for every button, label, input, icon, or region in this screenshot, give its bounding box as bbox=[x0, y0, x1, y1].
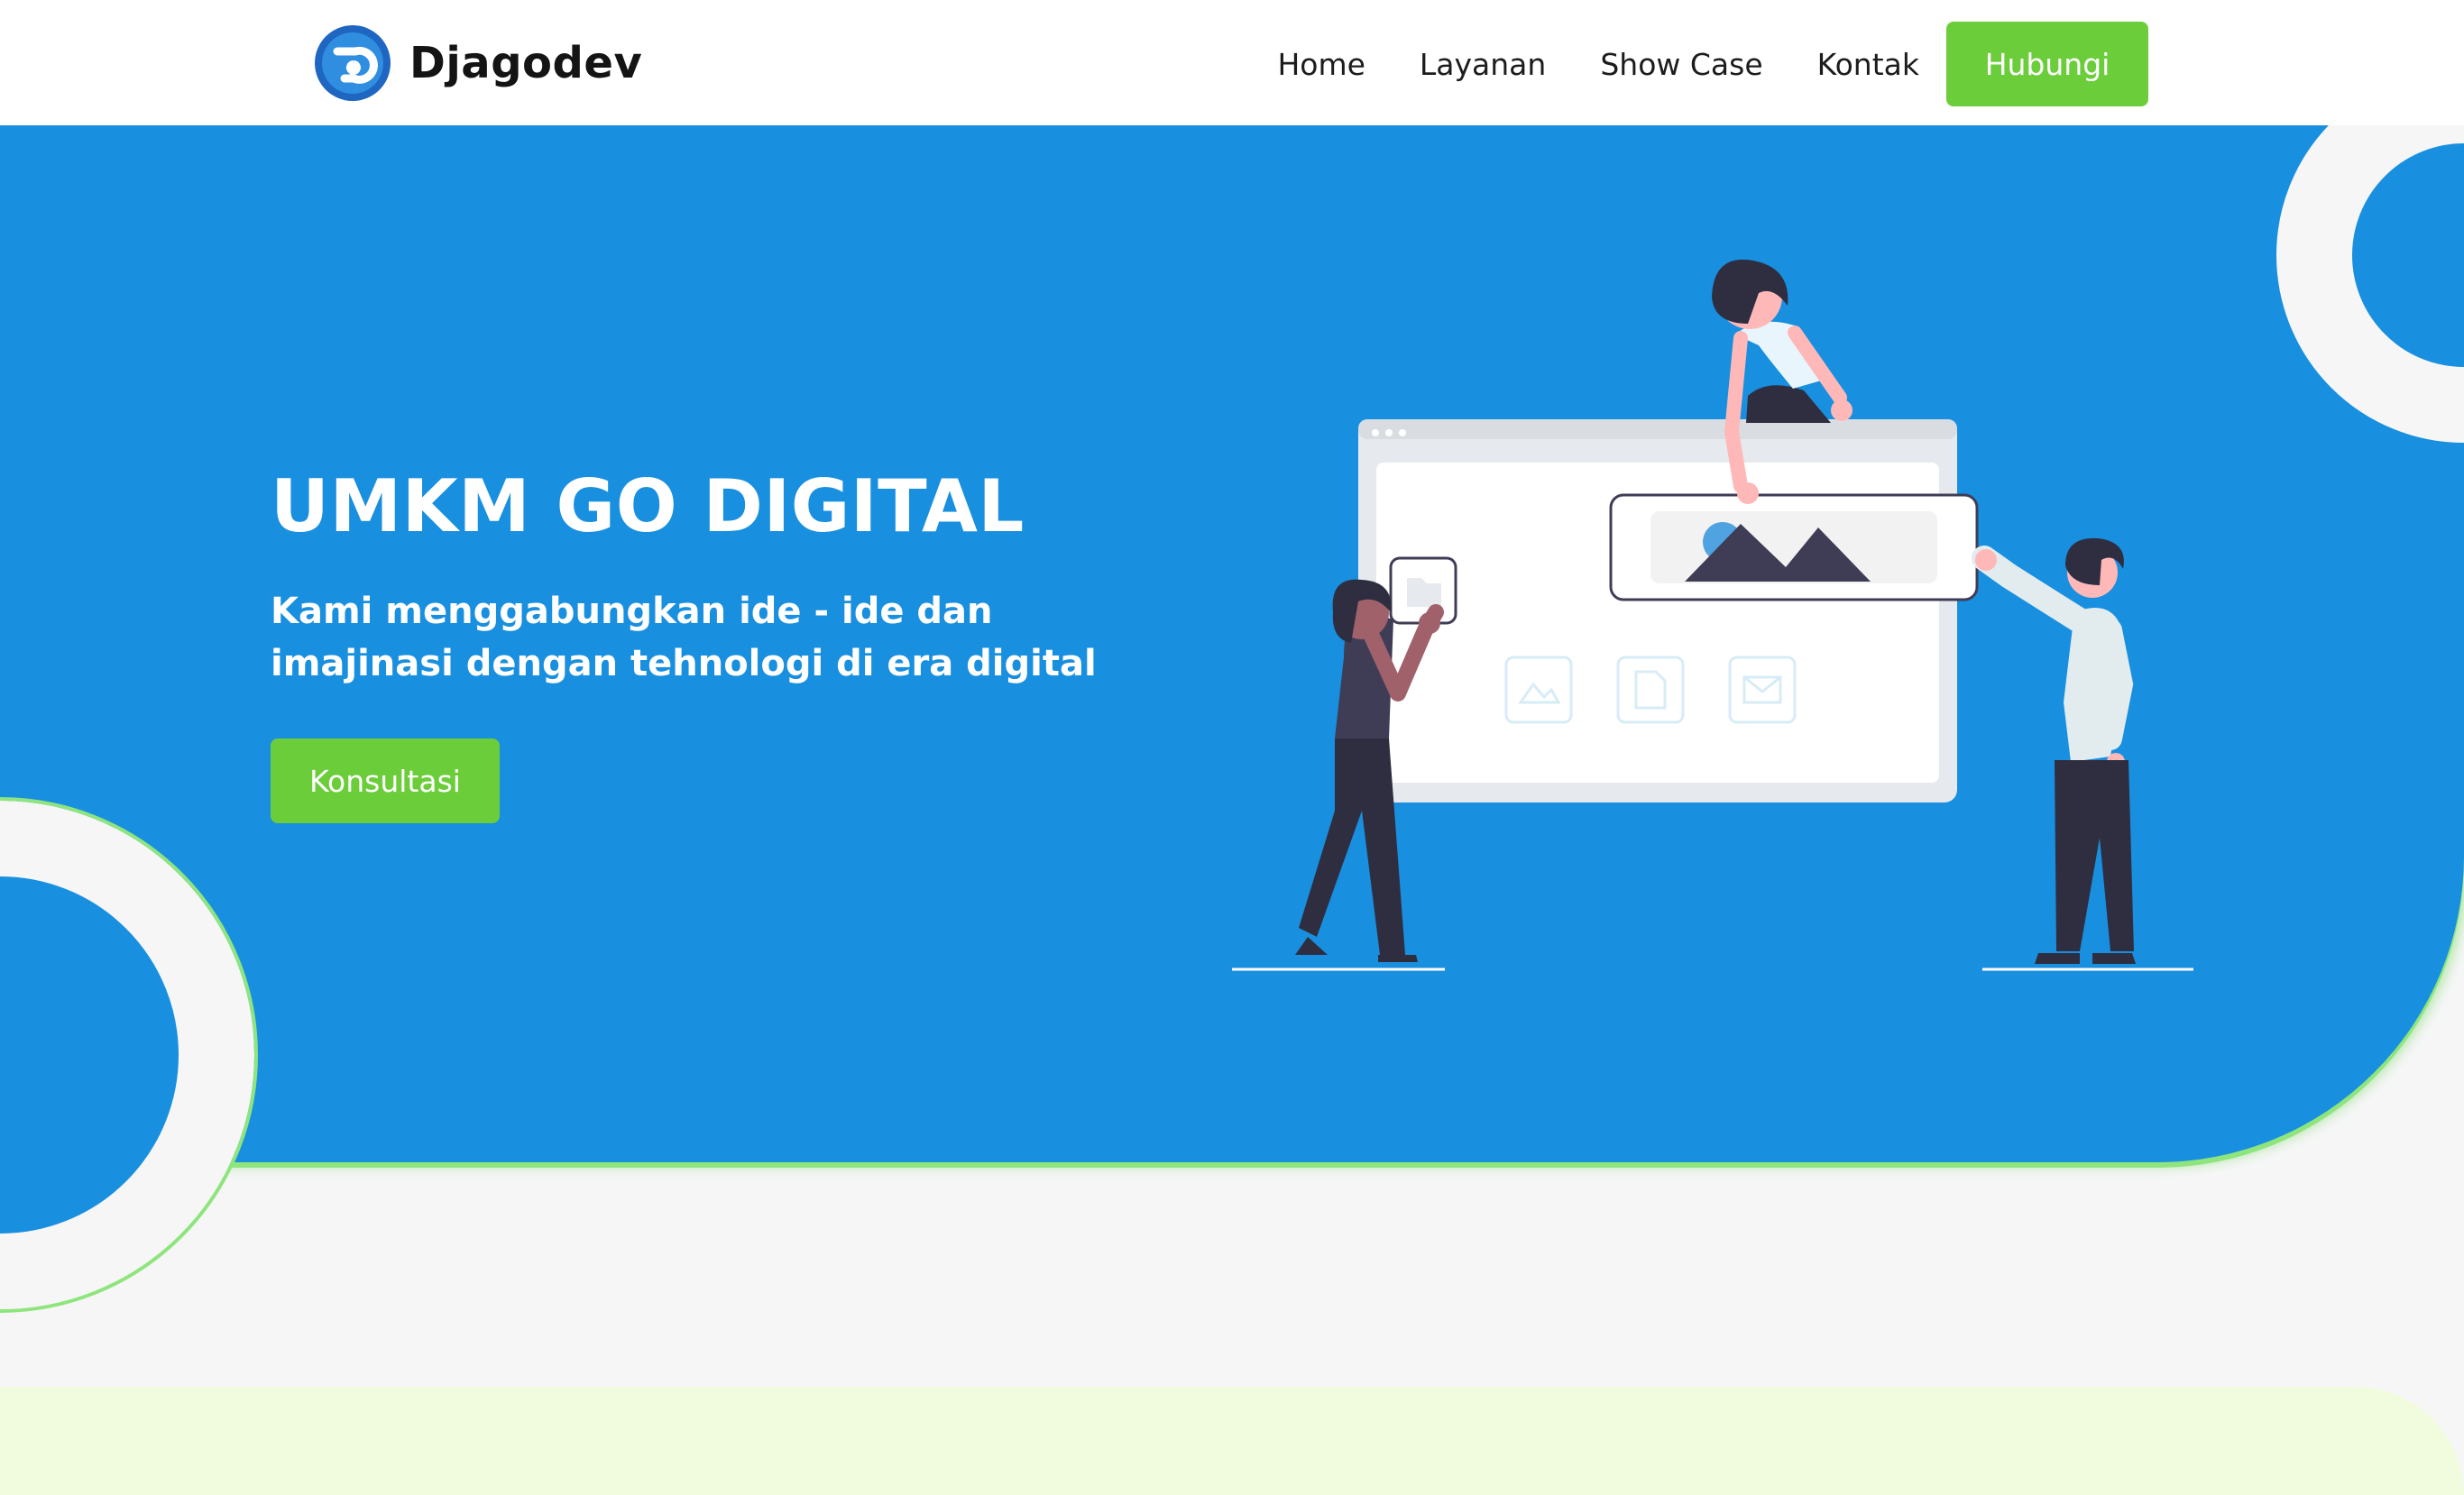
folder-card-graphic bbox=[1389, 556, 1457, 625]
brand-name: Djagodev bbox=[409, 38, 643, 88]
hero-description: Kami menggabungkan ide - ide dan imajina… bbox=[271, 591, 1097, 684]
hubungi-button[interactable]: Hubungi bbox=[1946, 22, 2148, 106]
nav-home[interactable]: Home bbox=[1277, 47, 1365, 82]
left-ring-decoration bbox=[0, 797, 258, 1313]
next-section-band bbox=[0, 1387, 2464, 1495]
hero-illustration bbox=[1232, 259, 2193, 971]
person-right-graphic bbox=[1972, 537, 2193, 971]
brand-logo-icon bbox=[315, 25, 391, 101]
nav-layanan[interactable]: Layanan bbox=[1420, 47, 1546, 82]
konsultasi-button[interactable]: Konsultasi bbox=[271, 738, 500, 823]
image-card-graphic bbox=[1609, 493, 1979, 601]
main-nav: Home Layanan Show Case Kontak Hubungi bbox=[1223, 22, 2148, 106]
nav-kontak[interactable]: Kontak bbox=[1817, 47, 1919, 82]
hero-title: UMKM GO DIGITAL bbox=[271, 464, 1025, 548]
nav-show-case[interactable]: Show Case bbox=[1600, 47, 1762, 82]
brand[interactable]: Djagodev bbox=[314, 23, 642, 103]
navbar: Djagodev Home Layanan Show Case Kontak H… bbox=[0, 0, 2464, 125]
